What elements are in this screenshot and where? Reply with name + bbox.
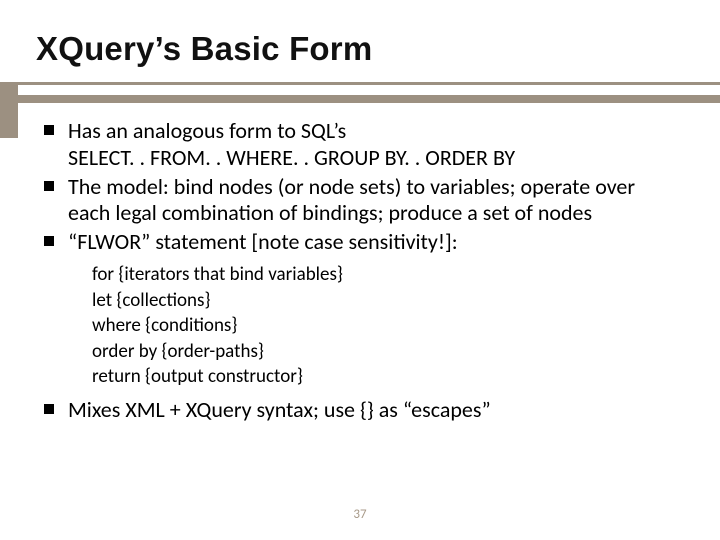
flwor-line: for {iterators that bind variables} [92,262,678,287]
title-underline [0,82,720,104]
bullet-text: “FLWOR” statement [note case sensitivity… [68,228,458,255]
rule-thin [0,82,720,85]
flwor-line: order by {order-paths} [92,339,678,364]
slide: XQuery’s Basic Form Has an analogous for… [0,0,720,540]
page-number: 37 [0,507,720,522]
flwor-block: for {iterators that bind variables} let … [92,262,678,389]
bullet-item: Has an analogous form to SQL’s SELECT. .… [42,118,678,172]
bullet-item: Mixes XML + XQuery syntax; use {} as “es… [42,397,678,424]
slide-title: XQuery’s Basic Form [36,30,684,68]
bullet-list: Has an analogous form to SQL’s SELECT. .… [42,118,678,256]
flwor-line: return {output constructor} [92,364,678,389]
bullet-text: SELECT. . FROM. . WHERE. . GROUP BY. . O… [68,144,515,171]
bullet-text: The model: bind nodes (or node sets) to … [68,173,635,227]
title-area: XQuery’s Basic Form [36,30,684,68]
bullet-text: Has an analogous form to SQL’s [68,117,346,144]
flwor-line: let {collections} [92,288,678,313]
bullet-item: “FLWOR” statement [note case sensitivity… [42,229,678,256]
bullet-item: The model: bind nodes (or node sets) to … [42,174,678,228]
rule-thick [0,95,720,103]
content-area: Has an analogous form to SQL’s SELECT. .… [42,118,678,426]
flwor-line: where {conditions} [92,313,678,338]
bullet-list: Mixes XML + XQuery syntax; use {} as “es… [42,397,678,424]
bullet-text: Mixes XML + XQuery syntax; use {} as “es… [68,396,491,423]
side-accent [0,82,18,138]
